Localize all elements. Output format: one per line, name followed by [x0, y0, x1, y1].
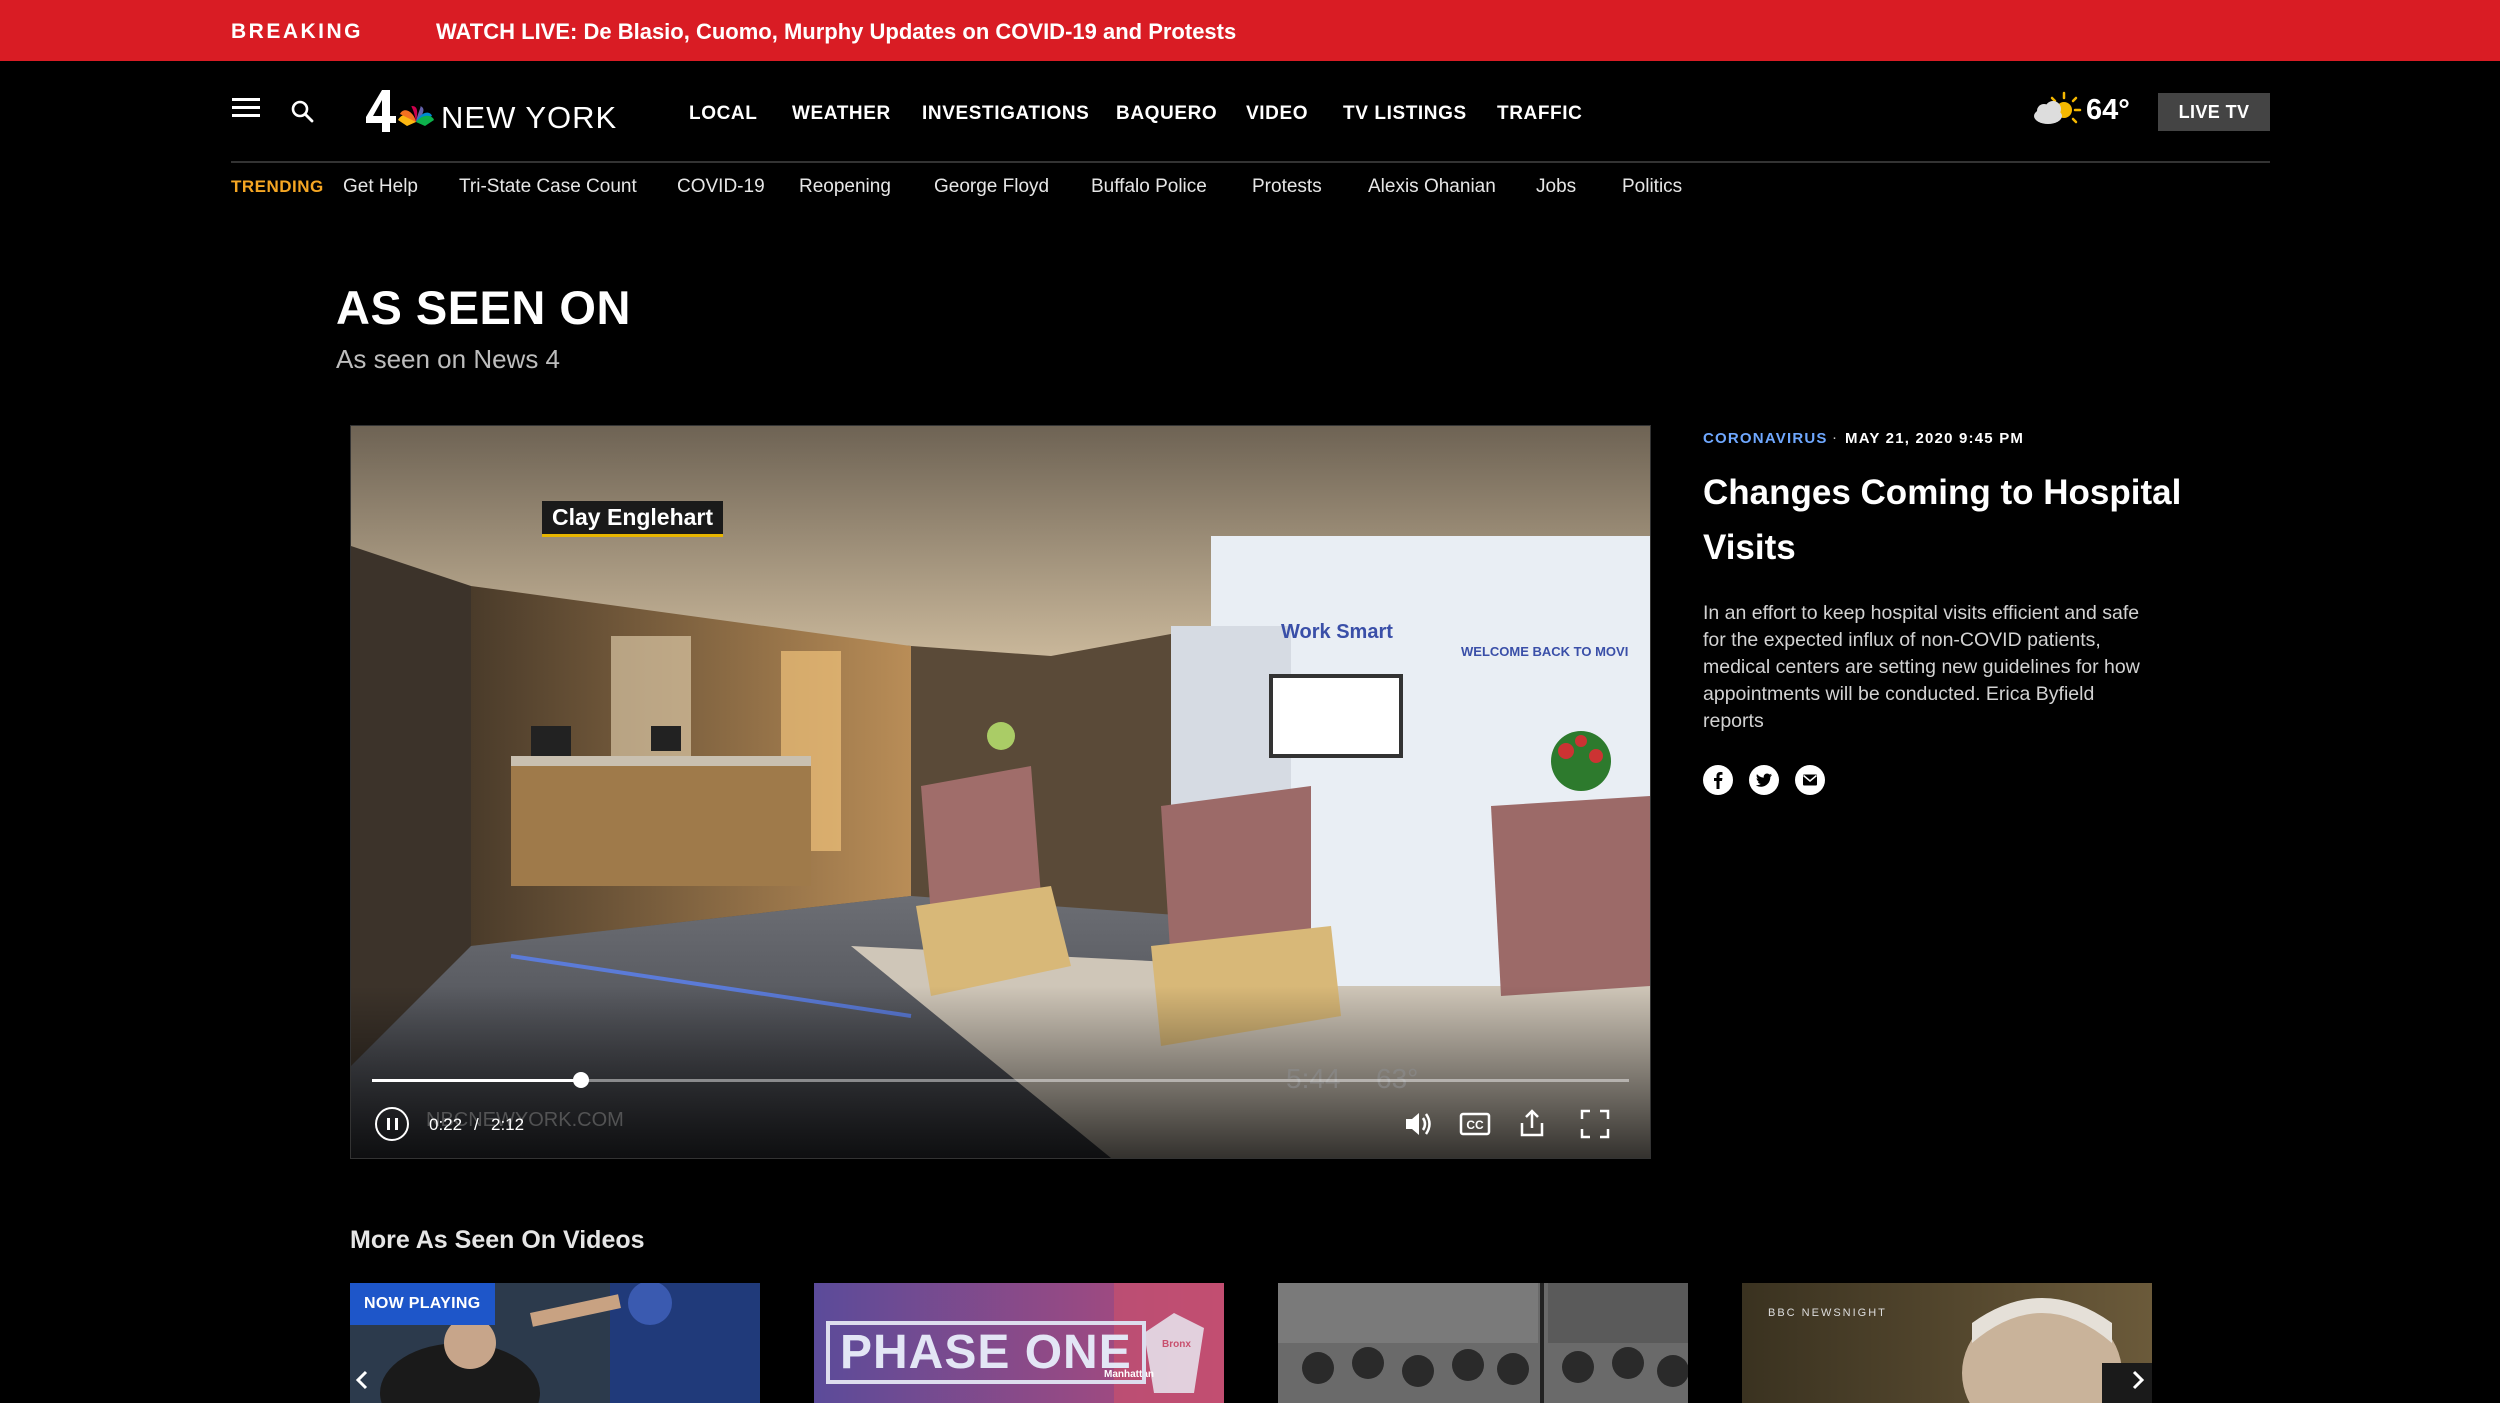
- lower-third-name: Clay Englehart: [542, 501, 724, 537]
- bbc-newsnight-logo: BBC NEWSNIGHT: [1768, 1307, 1887, 1319]
- carousel-prev-icon[interactable]: [352, 1370, 372, 1390]
- live-tv-button[interactable]: LIVE TV: [2158, 93, 2270, 131]
- progress-bar-fill: [372, 1079, 581, 1082]
- article-title: Changes Coming to Hospital Visits: [1703, 473, 2182, 567]
- nav-weather[interactable]: WEATHER: [792, 103, 891, 125]
- hamburger-menu-icon[interactable]: [232, 98, 260, 118]
- closed-captions-icon[interactable]: CC: [1457, 1106, 1493, 1142]
- pause-button[interactable]: [375, 1107, 409, 1141]
- trending-item[interactable]: Reopening: [799, 176, 891, 198]
- nav-tv-listings[interactable]: TV LISTINGS: [1343, 103, 1467, 125]
- trending-item[interactable]: Buffalo Police: [1091, 176, 1207, 198]
- svg-text:CC: CC: [1466, 1118, 1484, 1132]
- volume-icon[interactable]: [1400, 1106, 1436, 1142]
- trending-item[interactable]: Jobs: [1536, 176, 1576, 198]
- nav-baquero[interactable]: BAQUERO: [1116, 103, 1217, 125]
- logo-wordmark[interactable]: NEW YORK: [441, 100, 617, 136]
- meta-separator: ·: [1832, 429, 1837, 446]
- video-thumbnail[interactable]: Bronx Manhattan PHASE ONE: [814, 1283, 1224, 1403]
- trending-item[interactable]: Alexis Ohanian: [1368, 176, 1496, 198]
- progress-scrubber-handle[interactable]: [572, 1072, 589, 1088]
- breaking-label: BREAKING: [231, 20, 364, 43]
- article-date: MAY 21, 2020 9:45 PM: [1845, 430, 2025, 447]
- trending-item[interactable]: Tri-State Case Count: [459, 176, 637, 198]
- trending-item[interactable]: COVID-19: [677, 176, 765, 198]
- pause-icon: [387, 1118, 390, 1130]
- nav-video[interactable]: VIDEO: [1246, 103, 1308, 125]
- search-icon[interactable]: [290, 99, 314, 123]
- breaking-headline-link[interactable]: WATCH LIVE: De Blasio, Cuomo, Murphy Upd…: [436, 0, 1236, 63]
- video-thumbnail[interactable]: NOW PLAYING: [350, 1283, 760, 1403]
- trending-item[interactable]: Politics: [1622, 176, 1682, 198]
- carousel-next-icon[interactable]: [2128, 1370, 2148, 1390]
- partly-sunny-icon[interactable]: [2030, 90, 2082, 130]
- share-icon[interactable]: [1514, 1106, 1550, 1142]
- breaking-news-bar[interactable]: [0, 0, 2500, 61]
- nav-local[interactable]: LOCAL: [689, 103, 757, 125]
- fullscreen-icon[interactable]: [1577, 1106, 1613, 1142]
- trending-label: TRENDING: [231, 177, 324, 196]
- scene-sign-welcome: WELCOME BACK TO MOVI: [1461, 644, 1628, 659]
- scene-sign-work-smart: Work Smart: [1281, 621, 1393, 643]
- now-playing-badge: NOW PLAYING: [350, 1283, 495, 1325]
- page-title: AS SEEN ON: [336, 281, 631, 334]
- current-time: 0:22: [429, 1115, 463, 1134]
- article-description: In an effort to keep hospital visits eff…: [1703, 602, 2140, 732]
- video-thumbnail[interactable]: BBC NEWSNIGHT: [1742, 1283, 2152, 1403]
- nav-traffic[interactable]: TRAFFIC: [1497, 103, 1582, 125]
- email-icon[interactable]: [1795, 765, 1825, 795]
- phase-one-title: PHASE ONE: [826, 1321, 1146, 1384]
- more-videos-heading: More As Seen On Videos: [350, 1226, 645, 1254]
- twitter-icon[interactable]: [1749, 765, 1779, 795]
- trending-item[interactable]: Protests: [1252, 176, 1322, 198]
- map-label-bronx: Bronx: [1162, 1339, 1191, 1350]
- time-separator: /: [474, 1115, 479, 1134]
- facebook-icon[interactable]: [1703, 765, 1733, 795]
- video-player[interactable]: Work Smart WELCOME BACK TO MOVI 5:44 63°…: [350, 425, 1651, 1159]
- video-thumbnail[interactable]: [1278, 1283, 1688, 1403]
- nav-investigations[interactable]: INVESTIGATIONS: [922, 103, 1089, 125]
- header-divider: [231, 161, 2270, 163]
- nbc-4-logo-icon[interactable]: [364, 86, 444, 136]
- trending-item[interactable]: George Floyd: [934, 176, 1049, 198]
- article-category-link[interactable]: CORONAVIRUS: [1703, 430, 1828, 447]
- duration: 2:12: [491, 1115, 525, 1134]
- trending-item[interactable]: Get Help: [343, 176, 418, 198]
- page-subtitle: As seen on News 4: [336, 344, 561, 374]
- weather-temperature[interactable]: 64°: [2086, 94, 2130, 127]
